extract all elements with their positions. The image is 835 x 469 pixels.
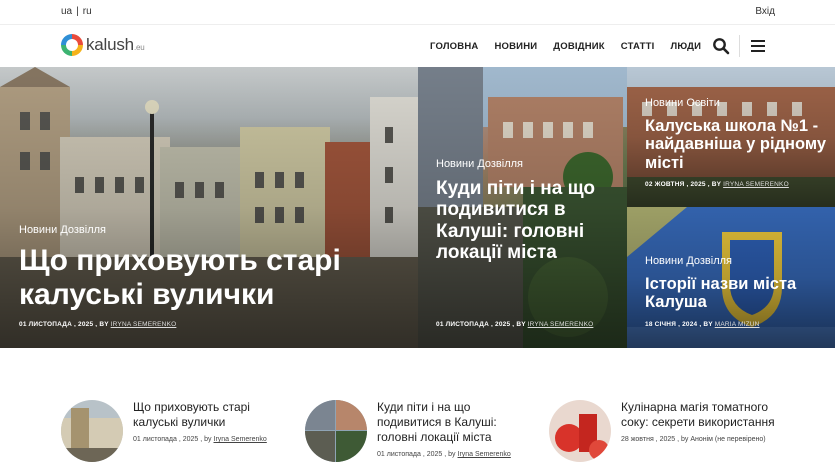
lang-separator: |: [76, 6, 79, 17]
nav-item-home[interactable]: ГОЛОВНА: [430, 41, 478, 52]
logo-icon: [61, 34, 83, 56]
article-date: 01 листопада , 2025 , by: [133, 436, 212, 443]
article-category[interactable]: Новини Дозвілля: [19, 224, 106, 236]
lang-ua-link[interactable]: ua: [61, 6, 72, 17]
nav-item-people[interactable]: ЛЮДИ: [670, 41, 701, 52]
logo-name: kalush: [86, 35, 134, 54]
article-thumbnail[interactable]: [549, 400, 611, 462]
list-item[interactable]: Куди піти і на що подивитися в Калуші: г…: [305, 400, 530, 462]
featured-article-mid[interactable]: Новини Дозвілля Куди піти і на що подиви…: [418, 67, 627, 348]
site-logo[interactable]: kalush.eu: [61, 34, 145, 56]
hamburger-menu-icon[interactable]: [751, 40, 765, 52]
article-meta: 01 листопада , 2025 , by Iryna Semerenko: [133, 436, 281, 443]
article-author[interactable]: IRYNA SEMERENKO: [528, 321, 594, 328]
article-date: 01 листопада , 2025 , by: [377, 451, 456, 458]
lang-ru-link[interactable]: ru: [83, 6, 92, 17]
article-date: 01 ЛИСТОПАДА , 2025: [436, 321, 511, 328]
featured-article-top-right[interactable]: Новини Освіти Калуська школа №1 - найдав…: [627, 67, 835, 207]
top-bar: ua | ru Вхід: [0, 0, 835, 24]
article-title[interactable]: Кулінарна магія томатного соку: секрети …: [621, 400, 779, 430]
nav-item-directory[interactable]: ДОВІДНИК: [553, 41, 605, 52]
article-author[interactable]: Iryna Semerenko: [214, 436, 267, 443]
article-category[interactable]: Новини Дозвілля: [645, 255, 732, 267]
article-author[interactable]: IRYNA SEMERENKO: [111, 321, 177, 328]
article-meta: 18 СІЧНЯ , 2024 , BY MARIA MIZUN: [645, 321, 760, 328]
featured-article-bottom-right[interactable]: Новини Дозвілля Історії назви міста Калу…: [627, 207, 835, 348]
article-meta: 01 ЛИСТОПАДА , 2025 , BY IRYNA SEMERENKO: [19, 321, 177, 328]
article-author[interactable]: Iryna Semerenko: [458, 451, 511, 458]
nav-item-news[interactable]: НОВИНИ: [494, 41, 537, 52]
article-meta: 28 жовтня , 2025 , by Анонім (не перевір…: [621, 436, 779, 443]
article-category[interactable]: Новини Дозвілля: [436, 158, 523, 170]
article-title[interactable]: Куди піти і на що подивитися в Калуші: г…: [436, 178, 621, 263]
article-title[interactable]: Що приховують старі калуські вулички: [133, 400, 281, 430]
list-item[interactable]: Що приховують старі калуські вулички 01 …: [61, 400, 281, 462]
search-icon[interactable]: [712, 37, 730, 55]
article-meta: 02 ЖОВТНЯ , 2025 , BY IRYNA SEMERENKO: [645, 181, 789, 188]
article-category[interactable]: Новини Освіти: [645, 97, 720, 109]
article-title[interactable]: Історії назви міста Калуша: [645, 275, 835, 312]
article-title[interactable]: Що приховують старі калуські вулички: [19, 244, 414, 311]
article-by: BY: [703, 321, 713, 328]
logo-tld: .eu: [133, 43, 145, 52]
article-date: 01 ЛИСТОПАДА , 2025: [19, 321, 94, 328]
article-author[interactable]: MARIA MIZUN: [715, 321, 760, 328]
article-by: BY: [711, 181, 722, 188]
article-thumbnail[interactable]: [61, 400, 123, 462]
article-meta: 01 листопада , 2025 , by Iryna Semerenko: [377, 451, 530, 458]
article-list: Що приховують старі калуські вулички 01 …: [0, 348, 835, 469]
article-thumbnail[interactable]: [305, 400, 367, 462]
header-divider: [739, 35, 740, 57]
article-date: 28 жовтня , 2025 , by Анонім (не перевір…: [621, 436, 766, 443]
language-switcher: ua | ru: [61, 6, 92, 17]
site-header: kalush.eu ГОЛОВНА НОВИНИ ДОВІДНИК СТАТТІ…: [0, 24, 835, 67]
login-link[interactable]: Вхід: [755, 6, 775, 17]
article-title[interactable]: Калуська школа №1 - найдавніша у рідному…: [645, 117, 835, 172]
article-title[interactable]: Куди піти і на що подивитися в Калуші: г…: [377, 400, 530, 445]
article-date: 18 СІЧНЯ , 2024: [645, 321, 698, 328]
featured-grid: Новини Дозвілля Що приховують старі калу…: [0, 67, 835, 348]
article-by: BY: [516, 321, 526, 328]
article-author[interactable]: IRYNA SEMERENKO: [723, 181, 789, 188]
main-nav: ГОЛОВНА НОВИНИ ДОВІДНИК СТАТТІ ЛЮДИ: [430, 41, 701, 52]
list-item[interactable]: Кулінарна магія томатного соку: секрети …: [549, 400, 779, 462]
article-by: BY: [99, 321, 109, 328]
article-meta: 01 ЛИСТОПАДА , 2025 , BY IRYNA SEMERENKO: [436, 321, 594, 328]
article-date: 02 ЖОВТНЯ , 2025: [645, 181, 706, 188]
featured-article-big[interactable]: Новини Дозвілля Що приховують старі калу…: [0, 67, 418, 348]
nav-item-articles[interactable]: СТАТТІ: [621, 41, 655, 52]
